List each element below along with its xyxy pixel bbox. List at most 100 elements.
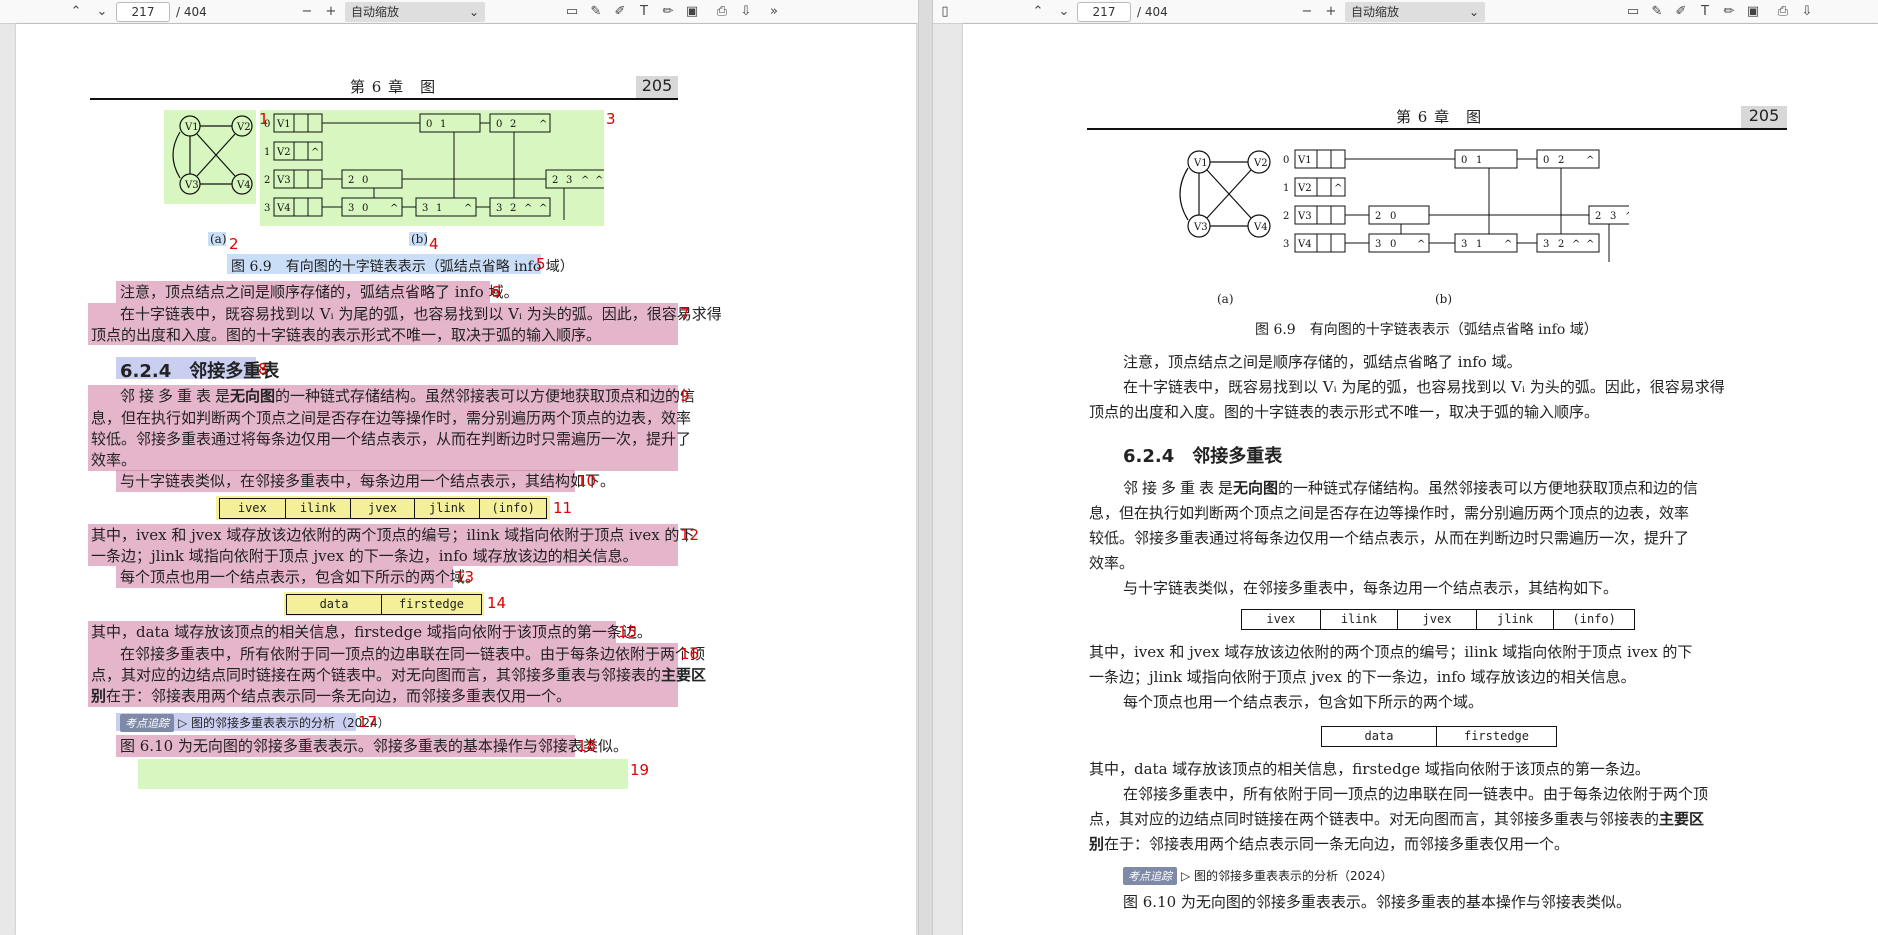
page-number-input[interactable]: 217 [1077,2,1131,22]
draw-icon[interactable]: ✏ [1719,2,1739,22]
zoom-in-icon[interactable]: + [1321,2,1341,22]
vertex-paragraph: 每个顶点也用一个结点表示，包含如下所示的两个域。 [120,568,481,586]
comment-icon[interactable]: ▭ [1623,2,1643,22]
vertex-paragraph: 每个顶点也用一个结点表示，包含如下所示的两个域。 [1123,693,1484,711]
field-firstedge: firstedge [1463,729,1530,743]
svg-text:^: ^ [539,119,547,130]
svg-text:0: 0 [362,175,368,186]
field-jvex: jvex [351,499,415,518]
svg-text:V3: V3 [276,175,291,186]
svg-text:0: 0 [1543,155,1549,166]
annotation-label: 11 [553,499,573,517]
cross-list-paragraph-line2: 顶点的出度和入度。图的十字链表的表示形式不唯一，取决于弧的输入顺序。 [1089,403,1600,421]
field-ivex: ivex [1242,610,1321,629]
svg-text:^: ^ [464,203,472,214]
edit-icon[interactable]: ✎ [1647,2,1667,22]
pane-divider[interactable] [918,0,933,935]
exam-tracking-tag: 考点追踪 ▷ 图的邻接多重表表示的分析（2024） [1123,867,1393,885]
field-ilink: ilink [286,499,352,518]
zoom-out-icon[interactable]: − [297,2,317,22]
more-tools-icon[interactable]: » [764,2,784,22]
svg-text:3: 3 [1283,239,1289,250]
svg-text:1: 1 [1283,183,1289,194]
figure-label-a: (a) [1217,292,1234,306]
svg-text:V3: V3 [1193,222,1208,233]
svg-text:V4: V4 [1253,222,1268,233]
svg-text:2: 2 [1595,211,1601,222]
annotation-label: 14 [487,594,507,612]
text-icon[interactable]: T [634,2,654,22]
svg-text:0: 0 [496,119,502,130]
svg-text:0: 0 [362,203,368,214]
svg-text:0: 0 [426,119,432,130]
chevron-up-icon[interactable]: ⌃ [1028,2,1048,22]
sidebar-toggle-icon[interactable]: ▯ [935,2,955,22]
image-icon[interactable]: ▣ [682,2,702,22]
svg-text:^: ^ [1625,211,1629,222]
svg-text:2: 2 [1558,155,1564,166]
annotation-label: 3 [606,110,616,128]
print-icon[interactable]: ⎙ [712,2,732,22]
save-icon[interactable]: ⇩ [736,2,756,22]
chevron-down-icon[interactable]: ⌄ [1054,2,1074,22]
figure-610-paragraph: 图 6.10 为无向图的邻接多重表表示。邻接多重表的基本操作与邻接表类似。 [120,737,628,755]
draw-icon[interactable]: ✏ [658,2,678,22]
svg-text:3: 3 [348,203,354,214]
zoom-in-icon[interactable]: + [321,2,341,22]
note-paragraph: 注意，顶点结点之间是顺序存储的，弧结点省略了 info 域。 [1123,353,1522,371]
svg-text:V3: V3 [184,180,199,191]
svg-text:1: 1 [1476,155,1482,166]
annotation-label: 9 [680,387,690,405]
page-number: 205 [1741,106,1787,128]
comment-icon[interactable]: ▭ [562,2,582,22]
field-jlink: jlink [1477,610,1555,629]
exam-tracking-tag: 考点追踪 ▷ 图的邻接多重表表示的分析（2024） [120,714,390,732]
svg-text:V2: V2 [276,147,291,158]
zoom-select[interactable]: 自动缩放 ⌄ [345,2,485,22]
adjacency-paragraph-line1: 在邻接多重表中，所有依附于同一顶点的边串联在同一链表中。由于每条边依附于两个顶 [1123,785,1709,803]
print-icon[interactable]: ⎙ [1773,2,1793,22]
annotation-label: 18 [577,737,597,755]
edit-icon[interactable]: ✎ [586,2,606,22]
adjacency-paragraph-line3: 别在于：邻接表用两个结点表示同一条无向边，而邻接多重表仅用一个。 [1089,835,1570,853]
svg-text:2: 2 [552,175,558,186]
fields-paragraph-line1: 其中，ivex 和 jvex 域存放该边依附的两个顶点的编号；ilink 域指向… [1089,643,1693,661]
annotation-label: 8 [258,360,268,378]
svg-text:^: ^ [1586,239,1594,250]
svg-text:V1: V1 [1193,158,1208,169]
highlight-icon[interactable]: ✐ [1671,2,1691,22]
section-title: 6.2.4 邻接多重表 [120,361,280,382]
field-data: data [287,595,383,614]
highlight-icon[interactable]: ✐ [610,2,630,22]
annotation-label: 6 [491,283,501,301]
zoom-out-icon[interactable]: − [1297,2,1317,22]
svg-text:V4: V4 [1297,239,1312,250]
field-firstedge: firstedge [399,597,465,611]
zoom-select[interactable]: 自动缩放 ⌄ [1345,2,1485,22]
svg-text:3: 3 [1461,239,1467,250]
annotation-label: 2 [229,235,239,253]
svg-text:0: 0 [1461,155,1467,166]
annotation-label: 4 [429,235,439,253]
fields-paragraph-line2: 一条边；jlink 域指向依附于顶点 jvex 的下一条边，info 域存放该边… [1089,668,1636,686]
svg-text:2: 2 [1375,211,1381,222]
chevron-down-icon: ⌄ [1468,5,1479,19]
svg-text:2: 2 [510,119,516,130]
svg-text:2: 2 [1283,211,1289,222]
edge-node-structure: ivex ilink jvex jlink (info) [1241,609,1635,630]
left-viewer-pane: ⌃ ⌄ 217 / 404 − + 自动缩放 ⌄ ▭ ✎ ✐ T ✏ ▣ ⎙ ⇩ … [0,0,918,935]
svg-text:1: 1 [440,119,446,130]
pdf-page: 第 6 章 图 205 V1 V2 V3 V4 0 1 2 3 V1 V2 V3… [963,24,1878,935]
text-icon[interactable]: T [1695,2,1715,22]
chevron-up-icon[interactable]: ⌃ [66,2,86,22]
svg-text:V1: V1 [276,119,291,130]
page-number-input[interactable]: 217 [116,2,170,22]
field-data: data [1322,727,1438,746]
multi-list-paragraph-line1: 邻接多重表是无向图的一种链式存储结构。虽然邻接表可以方便地获取顶点和边的信 [1123,479,1699,497]
cross-list-paragraph-line2: 顶点的出度和入度。图的十字链表的表示形式不唯一，取决于弧的输入顺序。 [91,326,602,344]
save-icon[interactable]: ⇩ [1797,2,1817,22]
chevron-down-icon[interactable]: ⌄ [92,2,112,22]
svg-text:3: 3 [1375,239,1381,250]
svg-text:0: 0 [1390,239,1396,250]
image-icon[interactable]: ▣ [1743,2,1763,22]
